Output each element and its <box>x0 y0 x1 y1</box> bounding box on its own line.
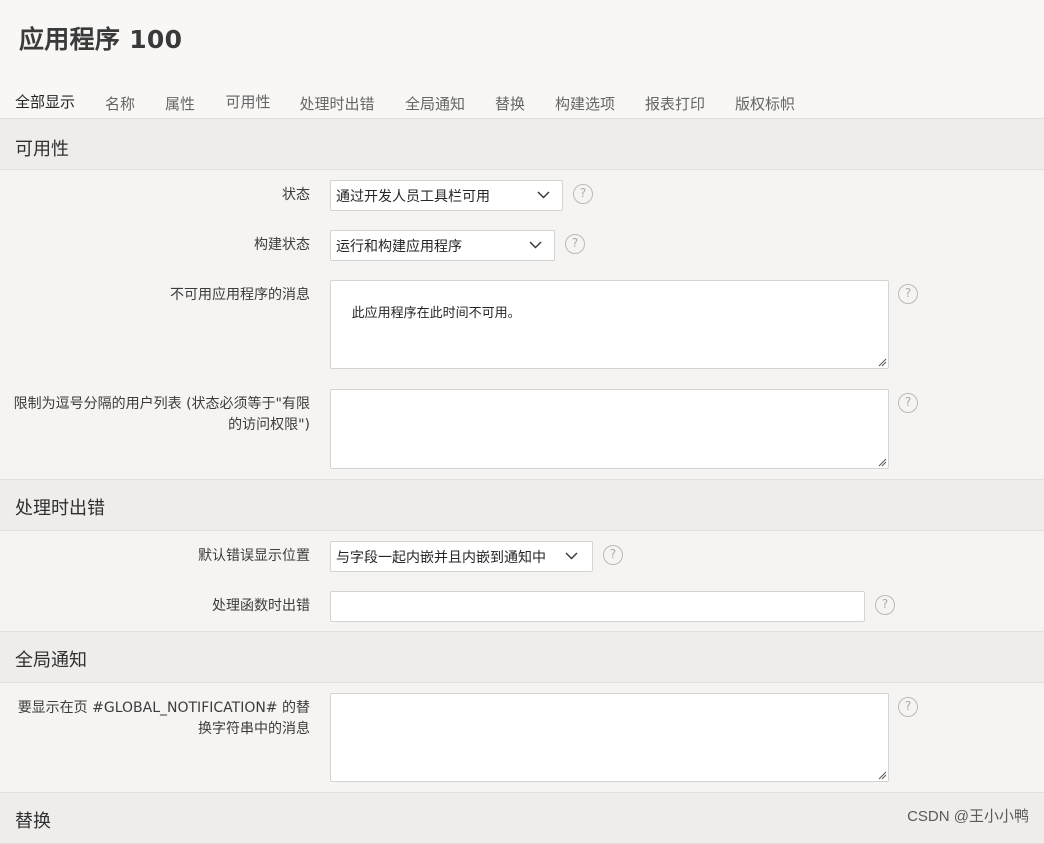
build-status-select[interactable]: 运行和构建应用程序 <box>330 230 555 261</box>
page-header: 应用程序 100 全部显示 名称 属性 可用性 处理时出错 全局通知 替换 构建… <box>0 0 1044 128</box>
help-icon[interactable]: ? <box>898 697 918 717</box>
chevron-down-icon <box>565 549 578 562</box>
section-title: 处理时出错 <box>15 494 105 520</box>
build-status-select-value: 运行和构建应用程序 <box>336 236 462 256</box>
unavailable-message-value: 此应用程序在此时间不可用。 <box>352 306 521 321</box>
resize-grip-icon[interactable] <box>877 457 887 467</box>
page-title: 应用程序 100 <box>19 20 182 56</box>
error-handler-function-input[interactable] <box>330 591 865 622</box>
help-icon[interactable]: ? <box>565 234 585 254</box>
restrict-users-label: 限制为逗号分隔的用户列表 (状态必须等于"有限的访问权限") <box>5 394 310 436</box>
help-icon[interactable]: ? <box>898 393 918 413</box>
default-error-display-value: 与字段一起内嵌并且内嵌到通知中 <box>336 547 546 567</box>
section-error-handling-header: 处理时出错 <box>0 479 1044 531</box>
status-select-value: 通过开发人员工具栏可用 <box>336 186 490 206</box>
section-title: 全局通知 <box>15 646 87 672</box>
watermark: CSDN @王小小鸭 <box>907 805 1029 826</box>
default-error-display-select[interactable]: 与字段一起内嵌并且内嵌到通知中 <box>330 541 593 572</box>
help-icon[interactable]: ? <box>573 184 593 204</box>
restrict-users-textarea[interactable] <box>330 389 889 469</box>
status-label: 状态 <box>282 185 310 206</box>
help-icon[interactable]: ? <box>898 284 918 304</box>
section-title: 替换 <box>15 807 51 833</box>
default-error-display-label: 默认错误显示位置 <box>198 546 310 567</box>
chevron-down-icon <box>529 238 542 251</box>
help-icon[interactable]: ? <box>603 545 623 565</box>
resize-grip-icon[interactable] <box>877 357 887 367</box>
unavailable-message-label: 不可用应用程序的消息 <box>170 285 310 306</box>
status-select[interactable]: 通过开发人员工具栏可用 <box>330 180 563 211</box>
error-handler-function-label: 处理函数时出错 <box>212 596 310 617</box>
section-global-notification-header: 全局通知 <box>0 631 1044 683</box>
build-status-label: 构建状态 <box>254 235 310 256</box>
help-icon[interactable]: ? <box>875 595 895 615</box>
section-availability-header: 可用性 <box>0 118 1044 170</box>
unavailable-message-textarea[interactable]: 此应用程序在此时间不可用。 <box>330 280 889 369</box>
chevron-down-icon <box>537 188 550 201</box>
resize-grip-icon[interactable] <box>877 770 887 780</box>
section-title: 可用性 <box>15 135 69 161</box>
global-notification-textarea[interactable] <box>330 693 889 782</box>
section-substitution-header: 替换 <box>0 792 1044 844</box>
global-notification-message-label: 要显示在页 #GLOBAL_NOTIFICATION# 的替换字符串中的消息 <box>5 698 310 740</box>
